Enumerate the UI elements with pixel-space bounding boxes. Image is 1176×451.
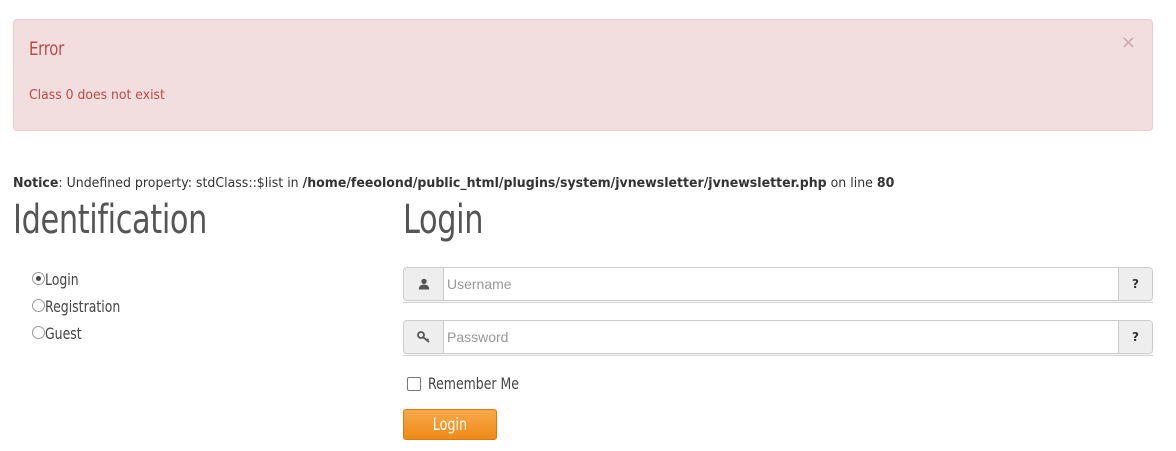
radio-label-guest: Guest [45, 324, 82, 343]
notice-line-number: 80 [876, 176, 895, 191]
username-group: ? [403, 267, 1153, 301]
login-title: Login [403, 197, 484, 243]
login-button[interactable]: Login [403, 409, 497, 440]
php-notice: Notice: Undefined property: stdClass::$l… [13, 176, 894, 191]
alert-heading: Error [29, 38, 64, 60]
username-help-button[interactable]: ? [1118, 268, 1152, 300]
radio-button-login[interactable] [32, 271, 45, 285]
password-help-button[interactable]: ? [1118, 321, 1152, 353]
notice-label: Notice [13, 176, 59, 191]
notice-path: /home/feeolond/public_html/plugins/syste… [302, 176, 827, 191]
remember-me-label: Remember Me [428, 374, 519, 393]
notice-line-text: on line [826, 176, 877, 191]
radio-button-guest[interactable] [32, 325, 45, 339]
close-icon[interactable]: × [1121, 34, 1136, 52]
radio-label-registration: Registration [45, 297, 121, 316]
login-button-label: Login [432, 414, 468, 435]
password-input[interactable] [444, 321, 1118, 353]
alert-message: Class 0 does not exist [29, 87, 165, 103]
error-alert: Error Class 0 does not exist × [13, 19, 1153, 131]
user-icon [404, 268, 444, 300]
radio-button-registration[interactable] [32, 298, 45, 312]
radio-label-login: Login [45, 270, 79, 289]
identification-title: Identification [13, 197, 208, 243]
radio-option-guest[interactable]: Guest [32, 322, 92, 343]
notice-text: : Undefined property: stdClass::$list in [58, 176, 303, 191]
key-icon [404, 321, 444, 353]
password-group: ? [403, 320, 1153, 354]
password-divider [403, 355, 1153, 356]
radio-option-registration[interactable]: Registration [32, 295, 141, 316]
remember-me-checkbox[interactable] [407, 376, 421, 391]
remember-me-option[interactable]: Remember Me [407, 374, 545, 393]
radio-option-login[interactable]: Login [32, 268, 88, 289]
username-divider [403, 302, 1153, 303]
username-input[interactable] [444, 268, 1118, 300]
